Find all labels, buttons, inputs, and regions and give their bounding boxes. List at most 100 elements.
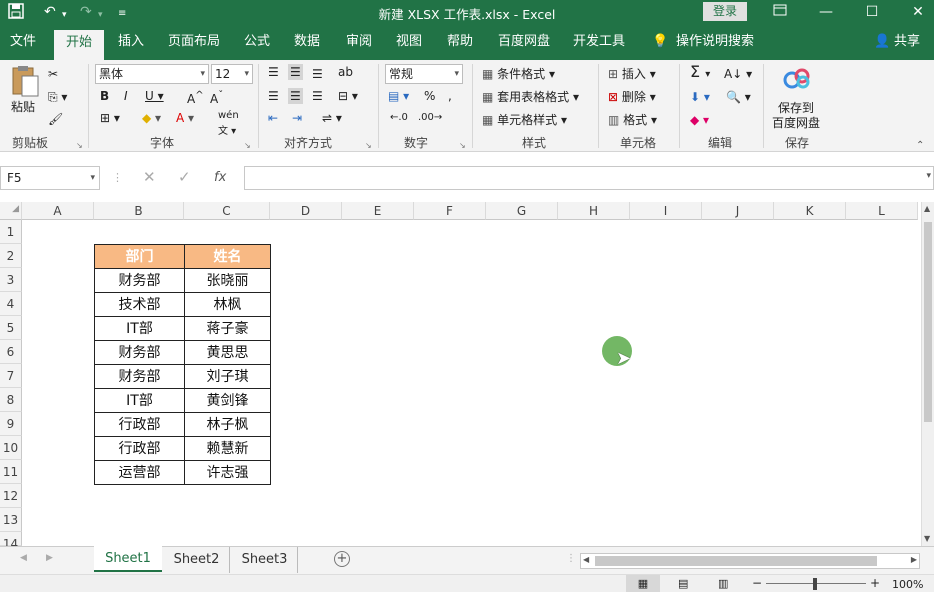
border-icon[interactable]: ⊞ ▾: [100, 110, 120, 126]
font-color-icon[interactable]: A ▾: [176, 110, 194, 126]
tab-home[interactable]: 开始: [54, 30, 105, 60]
tab-data[interactable]: 数据: [294, 32, 320, 52]
table-cell[interactable]: IT部: [94, 316, 185, 341]
column-header-a[interactable]: A: [22, 202, 94, 220]
fill-icon[interactable]: ⬇ ▾: [690, 89, 710, 105]
autosum-icon[interactable]: Σ ▾: [690, 64, 710, 83]
collapse-ribbon-icon[interactable]: ⌃: [916, 138, 924, 154]
maximize-icon[interactable]: ☐: [862, 2, 882, 22]
fill-color-icon[interactable]: ◆ ▾: [142, 110, 161, 126]
column-header-e[interactable]: E: [342, 202, 414, 220]
font-size-select[interactable]: 12 ▾: [211, 64, 253, 84]
decrease-font-icon[interactable]: Aˇ: [210, 88, 223, 107]
accounting-format-icon[interactable]: ▤ ▾: [388, 88, 409, 104]
sheet-tab-sheet2[interactable]: Sheet2: [164, 547, 230, 573]
tab-formulas[interactable]: 公式: [244, 32, 270, 52]
tell-me-search[interactable]: 操作说明搜索: [676, 32, 754, 52]
column-header-k[interactable]: K: [774, 202, 846, 220]
tab-page-layout[interactable]: 页面布局: [168, 32, 220, 52]
row-header-2[interactable]: 2: [0, 244, 22, 268]
increase-font-icon[interactable]: A^: [187, 88, 204, 107]
enter-icon[interactable]: ✓: [178, 168, 191, 186]
column-header-g[interactable]: G: [486, 202, 558, 220]
increase-indent-icon[interactable]: ⇥: [292, 110, 302, 126]
prev-sheet-icon[interactable]: ◀: [20, 553, 27, 563]
table-cell[interactable]: 财务部: [94, 340, 185, 365]
worksheet-grid[interactable]: 部门 姓名 财务部 张晓丽 技术部 林枫 IT部 蒋子豪 财务部 黄思思 财务部 刘子琪 IT部 黄剑锋行…: [22, 220, 921, 546]
align-right-icon[interactable]: ☰: [312, 88, 323, 104]
table-header-cell[interactable]: 部门: [94, 244, 185, 269]
table-cell[interactable]: 财务部: [94, 268, 185, 293]
tab-view[interactable]: 视图: [396, 32, 422, 52]
decrease-indent-icon[interactable]: ⇤: [268, 110, 278, 126]
increase-decimal-icon[interactable]: ←.0: [390, 110, 408, 126]
paste-button[interactable]: 粘贴: [11, 99, 35, 115]
copy-icon[interactable]: ⎘ ▾: [48, 89, 67, 105]
table-cell[interactable]: 技术部: [94, 292, 185, 317]
table-cell[interactable]: IT部: [94, 388, 185, 413]
row-header-3[interactable]: 3: [0, 268, 22, 292]
row-header-1[interactable]: 1: [0, 220, 22, 244]
find-select-icon[interactable]: 🔍 ▾: [726, 89, 751, 105]
next-sheet-icon[interactable]: ▶: [46, 553, 53, 563]
column-header-d[interactable]: D: [270, 202, 342, 220]
sort-filter-icon[interactable]: A↓ ▾: [724, 66, 752, 82]
row-header-4[interactable]: 4: [0, 292, 22, 316]
table-cell[interactable]: 黄剑锋: [184, 388, 271, 413]
comma-style-icon[interactable]: ,: [448, 88, 452, 104]
column-header-h[interactable]: H: [558, 202, 630, 220]
bold-button[interactable]: B: [100, 88, 109, 104]
underline-button[interactable]: U ▾: [145, 88, 164, 104]
table-cell[interactable]: 林枫: [184, 292, 271, 317]
table-format-button[interactable]: ▦ 套用表格格式 ▾: [482, 89, 579, 105]
number-format-select[interactable]: 常规 ▾: [385, 64, 463, 84]
sheet-tab-sheet1[interactable]: Sheet1: [94, 546, 162, 572]
name-box[interactable]: F5 ▾: [0, 166, 100, 190]
tab-help[interactable]: 帮助: [447, 32, 473, 52]
format-cells-button[interactable]: ▥ 格式 ▾: [608, 112, 657, 128]
table-cell[interactable]: 张晓丽: [184, 268, 271, 293]
column-header-j[interactable]: J: [702, 202, 774, 220]
paste-icon[interactable]: [10, 64, 40, 102]
zoom-slider-thumb[interactable]: [813, 578, 817, 590]
dialog-launcher-icon[interactable]: ↘: [76, 138, 83, 154]
table-cell[interactable]: 财务部: [94, 364, 185, 389]
login-button[interactable]: 登录: [703, 2, 747, 21]
dialog-launcher-icon[interactable]: ↘: [365, 138, 372, 154]
row-header-14[interactable]: 14: [0, 532, 22, 551]
ribbon-display-icon[interactable]: [770, 2, 790, 22]
clear-icon[interactable]: ◆ ▾: [690, 112, 709, 128]
row-header-8[interactable]: 8: [0, 388, 22, 412]
table-cell[interactable]: 黄思思: [184, 340, 271, 365]
table-cell[interactable]: 行政部: [94, 436, 185, 461]
tab-developer[interactable]: 开发工具: [573, 32, 625, 52]
save-to-netdisk-line2[interactable]: 百度网盘: [772, 115, 820, 131]
zoom-level[interactable]: 100%: [892, 576, 923, 592]
align-top-icon[interactable]: ☰: [268, 64, 279, 80]
percent-icon[interactable]: %: [424, 88, 435, 104]
dialog-launcher-icon[interactable]: ↘: [459, 138, 466, 154]
row-header-6[interactable]: 6: [0, 340, 22, 364]
column-header-i[interactable]: I: [630, 202, 702, 220]
table-cell[interactable]: 林子枫: [184, 412, 271, 437]
zoom-in-icon[interactable]: +: [870, 575, 880, 592]
row-header-12[interactable]: 12: [0, 484, 22, 508]
tab-insert[interactable]: 插入: [118, 32, 144, 52]
italic-button[interactable]: I: [124, 88, 128, 104]
normal-view-icon[interactable]: ▦: [626, 575, 660, 592]
formula-input[interactable]: ▾: [244, 166, 934, 190]
table-cell[interactable]: 许志强: [184, 460, 271, 485]
save-to-netdisk-line1[interactable]: 保存到: [778, 100, 814, 116]
page-layout-view-icon[interactable]: ▤: [678, 575, 688, 592]
dialog-launcher-icon[interactable]: ↘: [244, 138, 251, 154]
cell-style-button[interactable]: ▦ 单元格样式 ▾: [482, 112, 567, 128]
select-all-corner[interactable]: ◢: [0, 202, 22, 220]
font-name-select[interactable]: 黑体 ▾: [95, 64, 209, 84]
tab-file[interactable]: 文件: [10, 32, 36, 52]
row-header-11[interactable]: 11: [0, 460, 22, 484]
orientation-icon[interactable]: ab: [338, 64, 353, 80]
merge-center-icon[interactable]: ⊟ ▾: [338, 88, 358, 104]
cut-icon[interactable]: ✂: [48, 66, 58, 82]
add-sheet-icon[interactable]: +: [334, 551, 350, 567]
vertical-scrollbar[interactable]: ▲ ▼: [921, 202, 934, 546]
